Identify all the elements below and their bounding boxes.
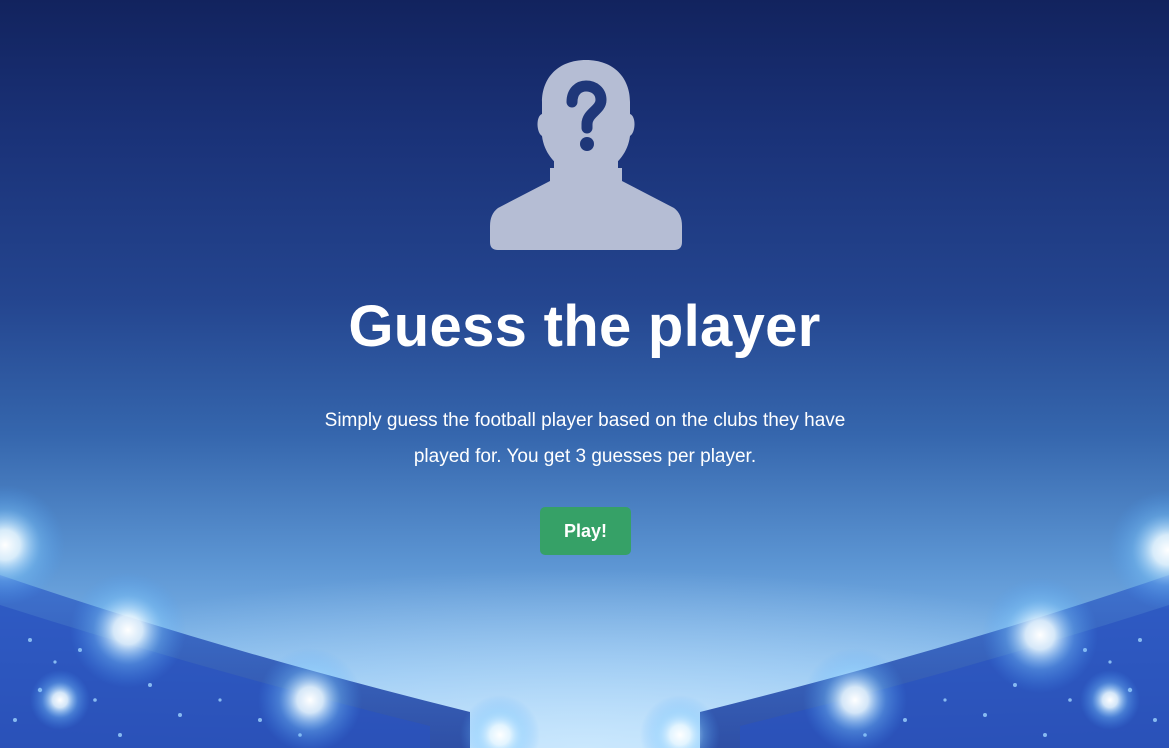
game-description: Simply guess the football player based o…	[324, 410, 846, 467]
unknown-player-silhouette-icon	[490, 60, 682, 250]
page-title: Guess the player	[348, 294, 821, 359]
play-button[interactable]: Play!	[540, 507, 631, 555]
hero-section: Guess the player Simply guess the footba…	[0, 0, 1169, 748]
